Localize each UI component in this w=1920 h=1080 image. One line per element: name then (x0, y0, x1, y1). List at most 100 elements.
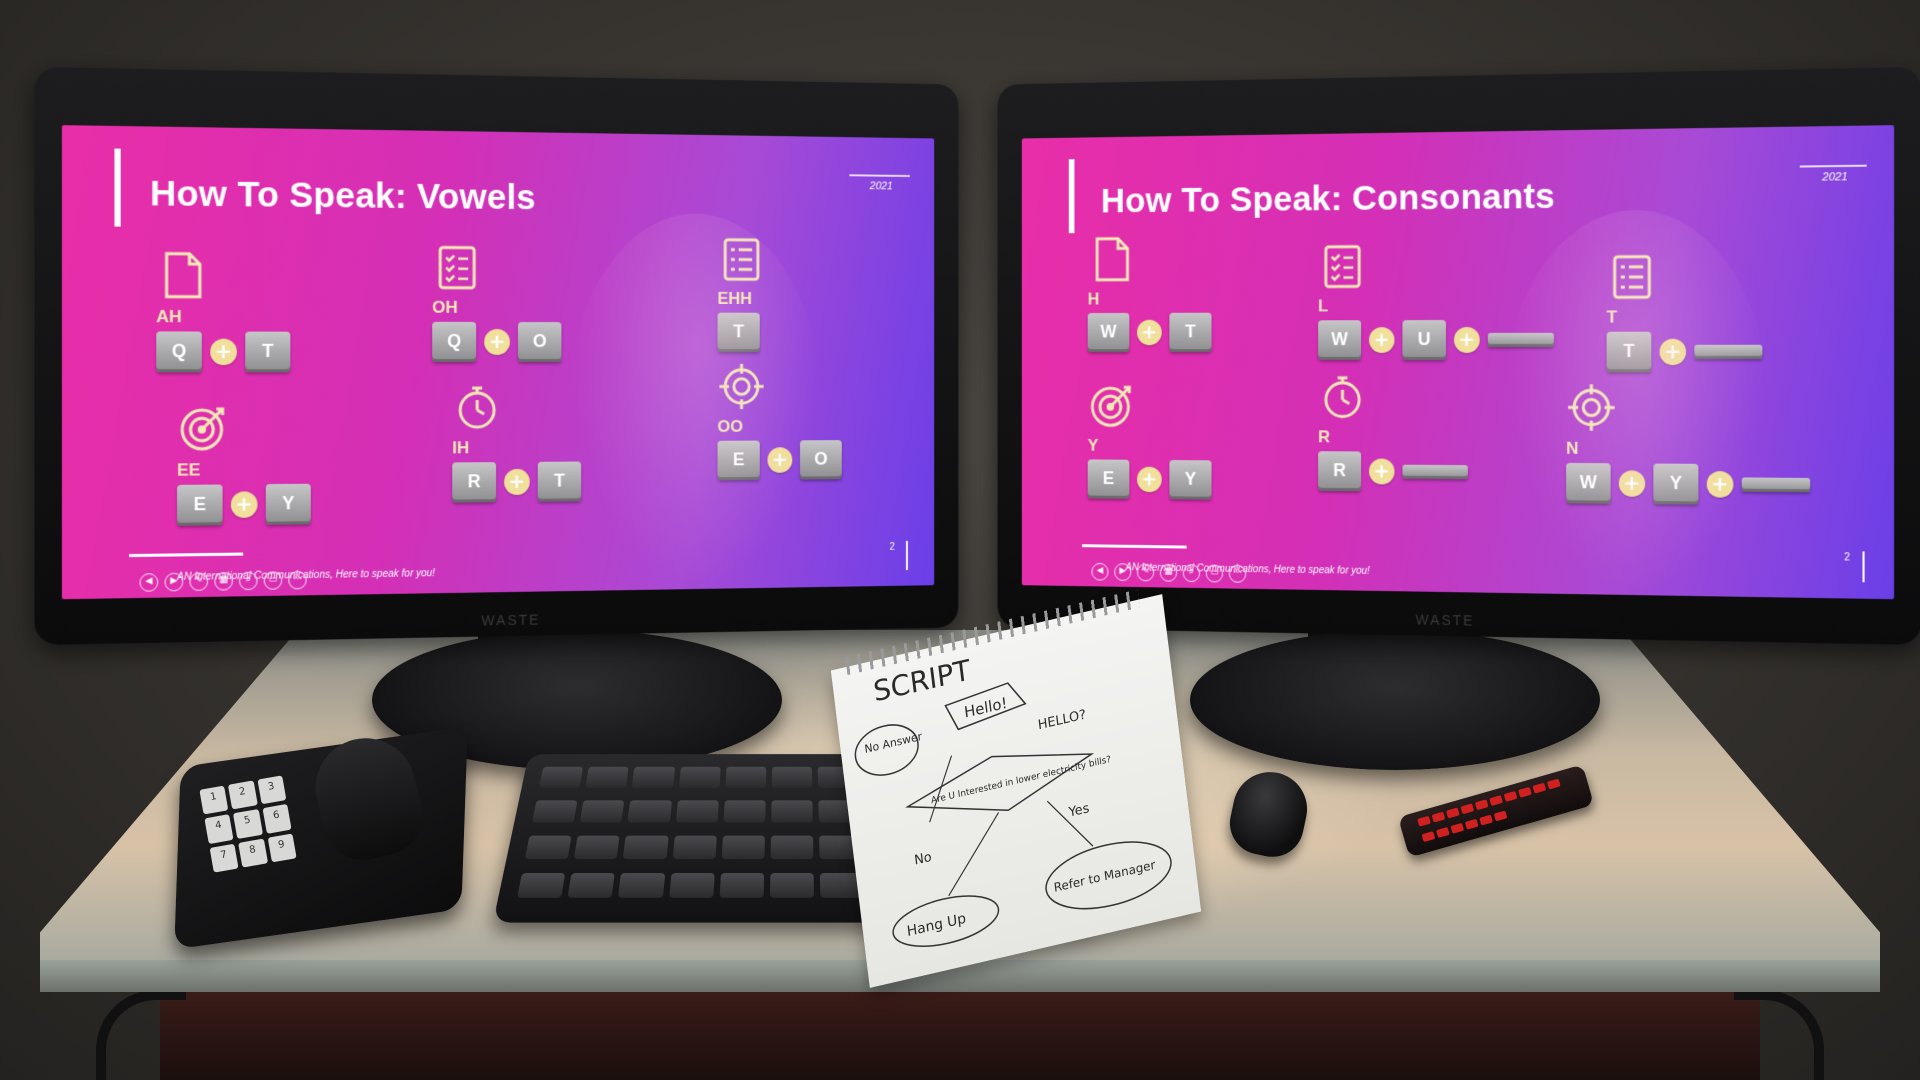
slide-consonants[interactable]: How To Speak: Consonants 2021 H W + T L … (1021, 125, 1895, 600)
key-cap: U (1402, 319, 1446, 361)
keyboard-key[interactable] (771, 766, 813, 788)
keyboard-key[interactable] (532, 800, 578, 823)
phone-key[interactable]: 7 (209, 843, 239, 873)
monitor-right[interactable]: How To Speak: Consonants 2021 H W + T L … (997, 66, 1920, 646)
remote-button[interactable] (1460, 803, 1475, 815)
sound-label: OH (432, 297, 458, 317)
key-cap: T (537, 461, 582, 502)
keyboard-key[interactable] (725, 766, 767, 788)
crosshair-icon (717, 362, 765, 411)
key-combo: R + (1318, 451, 1468, 492)
keyboard-key[interactable] (672, 835, 717, 860)
plus-icon: + (210, 338, 237, 366)
keyboard-key[interactable] (632, 766, 675, 788)
keyboard-key[interactable] (721, 835, 765, 860)
keyboard-key[interactable] (585, 766, 629, 788)
key-combo: Q + O (432, 321, 562, 363)
script-no-answer: No Answer (864, 730, 923, 756)
remote-button[interactable] (1464, 818, 1479, 830)
keyboard-key[interactable] (627, 800, 672, 823)
keyboard-key[interactable] (675, 800, 719, 823)
keyboard-key[interactable] (618, 873, 665, 898)
remote-button[interactable] (1431, 811, 1446, 823)
next-icon[interactable]: ▶ (1114, 563, 1132, 582)
plus-icon: + (1136, 466, 1162, 493)
sound-r: R R + (1318, 372, 1468, 492)
keyboard-key[interactable] (524, 835, 572, 860)
more-icon[interactable]: ⋯ (288, 570, 307, 590)
remote-button[interactable] (1450, 822, 1465, 834)
remote-button[interactable] (1474, 799, 1489, 811)
slides-icon[interactable]: ▦ (1159, 563, 1178, 582)
subtitles-icon[interactable]: ▭ (1205, 564, 1224, 583)
phone-keypad: 1 2 3 4 5 6 7 8 9 (199, 775, 297, 873)
remote-button[interactable] (1503, 790, 1518, 802)
plus-icon: + (1706, 471, 1734, 498)
keyboard-key[interactable] (623, 835, 669, 860)
phone-key[interactable]: 1 (199, 785, 229, 815)
phone-key[interactable]: 2 (228, 780, 258, 810)
keyboard-key[interactable] (573, 835, 621, 860)
remote-button[interactable] (1479, 814, 1493, 826)
key-cap-blank (1694, 344, 1763, 360)
more-icon[interactable]: ⋯ (1228, 564, 1247, 583)
script-no: No (913, 850, 932, 869)
keyboard-key[interactable] (769, 873, 815, 898)
key-cap: O (517, 322, 562, 362)
slides-icon[interactable]: ▦ (214, 572, 233, 591)
remote-button[interactable] (1435, 826, 1450, 838)
slideshow-controls: ◀ ▶ ✎ ▦ ⌕ ▭ ⋯ (139, 570, 307, 592)
key-cap: E (717, 440, 760, 481)
keyboard-key[interactable] (770, 835, 814, 860)
list-icon (717, 234, 765, 284)
sound-oo: OO E + O (717, 362, 842, 481)
keyboard-key[interactable] (538, 766, 584, 788)
remote-button[interactable] (1532, 782, 1547, 794)
sound-label: T (1606, 307, 1618, 327)
phone-key[interactable]: 3 (257, 775, 287, 805)
phone-key[interactable]: 8 (238, 838, 268, 868)
keyboard-key[interactable] (579, 800, 625, 823)
remote-button[interactable] (1518, 786, 1532, 798)
key-combo: W + Y + (1566, 462, 1811, 506)
remote-button[interactable] (1446, 807, 1460, 819)
keyboard-key[interactable] (723, 800, 766, 823)
previous-icon[interactable]: ◀ (139, 573, 159, 592)
remote-button[interactable] (1417, 815, 1431, 827)
keyboard-key[interactable] (719, 873, 765, 898)
keyboard-key[interactable] (668, 873, 715, 898)
previous-icon[interactable]: ◀ (1091, 562, 1109, 581)
checklist-icon (1318, 241, 1367, 291)
subtitles-icon[interactable]: ▭ (263, 571, 283, 590)
key-combo: T (717, 312, 765, 353)
remote-button[interactable] (1489, 795, 1503, 807)
plus-icon: + (1618, 470, 1646, 497)
zoom-icon[interactable]: ⌕ (239, 571, 258, 591)
pen-icon[interactable]: ✎ (189, 572, 209, 592)
key-cap: W (1087, 312, 1130, 353)
zoom-icon[interactable]: ⌕ (1182, 564, 1201, 583)
key-cap: E (1087, 459, 1130, 499)
slide-vowels[interactable]: How To Speak: Vowels 2021 AH Q + T OH Q … (61, 125, 935, 600)
key-cap: W (1566, 462, 1611, 504)
remote-button[interactable] (1493, 809, 1508, 821)
phone-key[interactable]: 9 (267, 833, 297, 863)
remote-button[interactable] (1421, 830, 1436, 842)
keyboard-key[interactable] (771, 800, 813, 823)
keyboard-key[interactable] (517, 873, 566, 898)
phone-key[interactable]: 5 (233, 809, 263, 839)
key-cap: R (452, 462, 497, 503)
pen-icon[interactable]: ✎ (1136, 563, 1155, 582)
next-icon[interactable]: ▶ (164, 572, 184, 592)
remote-button[interactable] (1546, 778, 1561, 790)
key-cap: Y (265, 483, 311, 525)
phone-key[interactable]: 4 (204, 814, 234, 844)
plus-icon: + (1453, 326, 1480, 353)
phone-key[interactable]: 6 (262, 804, 292, 834)
keyboard-key[interactable] (678, 766, 721, 788)
sound-label: EE (177, 460, 201, 480)
stopwatch-icon (452, 382, 502, 432)
keyboard-key[interactable] (567, 873, 616, 898)
stopwatch-icon (1318, 372, 1367, 422)
monitor-left[interactable]: How To Speak: Vowels 2021 AH Q + T OH Q … (34, 66, 959, 646)
